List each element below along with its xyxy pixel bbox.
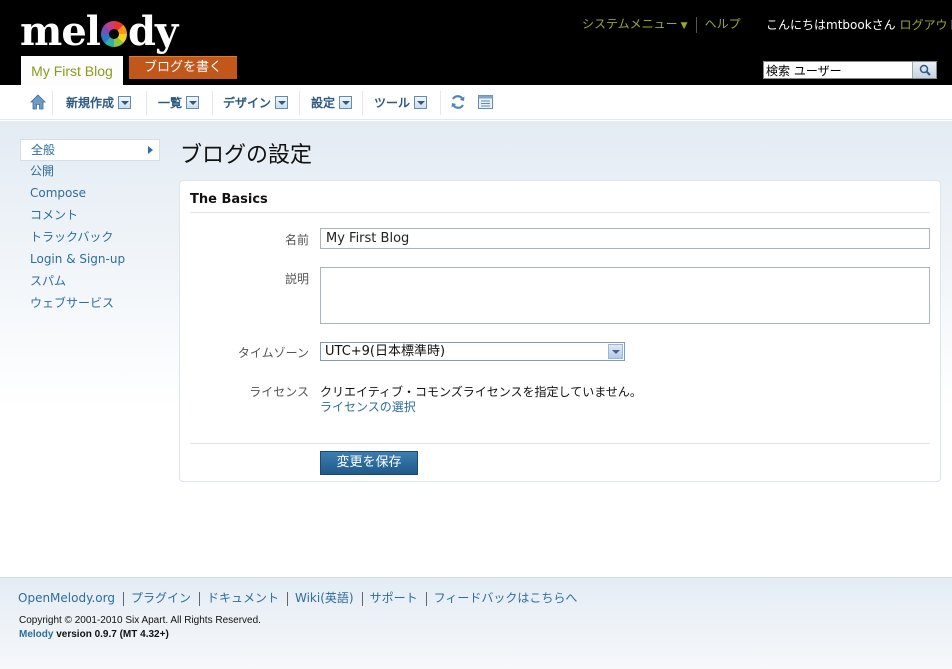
dropdown-arrow-icon[interactable] [275,96,289,109]
version-brand[interactable]: Melody [19,629,53,640]
timezone-label: タイムゾーン [237,346,309,360]
search-input[interactable] [764,62,914,78]
footer-link-wiki[interactable]: Wiki(英語) [295,591,354,605]
nav-item-tools[interactable]: ツール [374,95,428,111]
version-info: Melody version 0.9.7 (MT 4.32+) [19,629,169,640]
divider [425,591,427,606]
nav-item-new[interactable]: 新規作成 [66,95,132,111]
settings-sidebar: 全般 公開 Compose コメント トラックバック Login & Sign-… [20,139,160,315]
nav-label: 新規作成 [66,96,115,110]
footer-link-openmelody[interactable]: OpenMelody.org [18,591,115,605]
dropdown-arrow-icon[interactable] [339,96,353,109]
license-label: ライセンス [249,385,309,399]
nav-divider [299,91,300,115]
sidebar-item-web-services[interactable]: ウェブサービス [20,293,160,315]
sidebar-item-comments[interactable]: コメント [20,205,160,227]
footer-link-docs[interactable]: ドキュメント [207,591,279,605]
top-links: システムメニュー ▼ ヘルプ [582,16,741,34]
nav-label: 設定 [311,96,336,110]
dropdown-arrow-icon[interactable] [414,96,428,109]
main-nav: 新規作成 一覧 デザイン 設定 ツール [0,85,952,120]
divider [695,16,697,33]
search-button[interactable] [912,62,936,78]
description-field[interactable] [320,267,930,324]
dropdown-arrow-icon[interactable] [186,96,200,109]
page-title: ブログの設定 [180,143,313,168]
select-license-link[interactable]: ライセンスの選択 [320,398,416,415]
footer-link-plugins[interactable]: プラグイン [131,591,191,605]
logo-color-wheel-icon [100,21,127,47]
nav-item-settings[interactable]: 設定 [311,95,353,111]
search-box [763,61,937,79]
dropdown-arrow-icon[interactable] [118,96,132,109]
footer-link-support[interactable]: サポート [370,591,418,605]
system-menu-link[interactable]: システムメニュー [582,17,678,31]
nav-divider [212,91,213,115]
sidebar-item-trackbacks[interactable]: トラックバック [20,227,160,249]
divider [122,591,124,606]
footer: OpenMelody.org プラグイン ドキュメント Wiki(英語) サポート フィー… [0,577,952,669]
help-link[interactable]: ヘルプ [705,17,741,31]
copyright: Copyright © 2001-2010 Six Apart. All Rig… [19,615,261,626]
nav-label: デザイン [223,96,272,110]
basics-panel: The Basics 名前 説明 タイムゾーン UTC+9(日本標準時) ライセ… [179,180,941,482]
nav-divider [362,91,363,115]
divider [287,591,288,606]
caret-down-icon: ▼ [680,21,688,31]
greeting-text: こんにちはmtbookさん [766,18,896,32]
nav-label: ツール [374,96,411,110]
blog-name-field[interactable] [320,228,930,249]
nav-item-design[interactable]: デザイン [223,95,289,111]
nav-divider [52,91,53,115]
save-changes-button[interactable]: 変更を保存 [320,451,418,475]
sidebar-item-general[interactable]: 全般 [20,139,160,161]
timezone-select[interactable]: UTC+9(日本標準時) [320,342,625,361]
nav-divider [146,91,147,115]
nav-item-list[interactable]: 一覧 [158,95,200,111]
sidebar-item-publishing[interactable]: 公開 [20,161,160,183]
logout-link[interactable]: ログアウト [899,18,952,32]
nav-label: 一覧 [158,96,183,110]
write-blog-button[interactable]: ブログを書く [129,56,237,79]
blog-tab[interactable]: My First Blog [21,56,123,85]
divider [190,212,930,213]
divider [361,591,363,606]
divider [198,591,200,606]
search-icon [919,64,931,76]
description-label: 説明 [284,272,309,286]
version-text: version 0.9.7 (MT 4.32+) [53,629,169,640]
nav-divider [440,91,441,115]
sidebar-item-spam[interactable]: スパム [20,271,160,293]
timezone-value: UTC+9(日本標準時) [325,344,446,359]
refresh-icon[interactable] [450,94,466,110]
panel-title: The Basics [190,192,268,207]
sidebar-item-login-signup[interactable]: Login & Sign-up [20,249,160,271]
melody-logo[interactable]: mel dy [20,12,178,52]
user-greeting: こんにちはmtbookさん ログアウト [766,16,952,33]
footer-link-feedback[interactable]: フィードバックはこちらへ [434,591,578,605]
home-icon[interactable] [30,94,46,110]
footer-links: OpenMelody.org プラグイン ドキュメント Wiki(英語) サポート フィー… [18,589,577,606]
list-view-icon[interactable] [478,95,493,111]
sidebar-item-compose[interactable]: Compose [20,183,160,205]
name-label: 名前 [284,233,309,247]
divider [190,443,930,444]
header: mel dy My First Blog ブログを書く システムメニュー ▼ ヘルプ … [0,0,952,85]
chevron-down-icon [608,344,623,359]
